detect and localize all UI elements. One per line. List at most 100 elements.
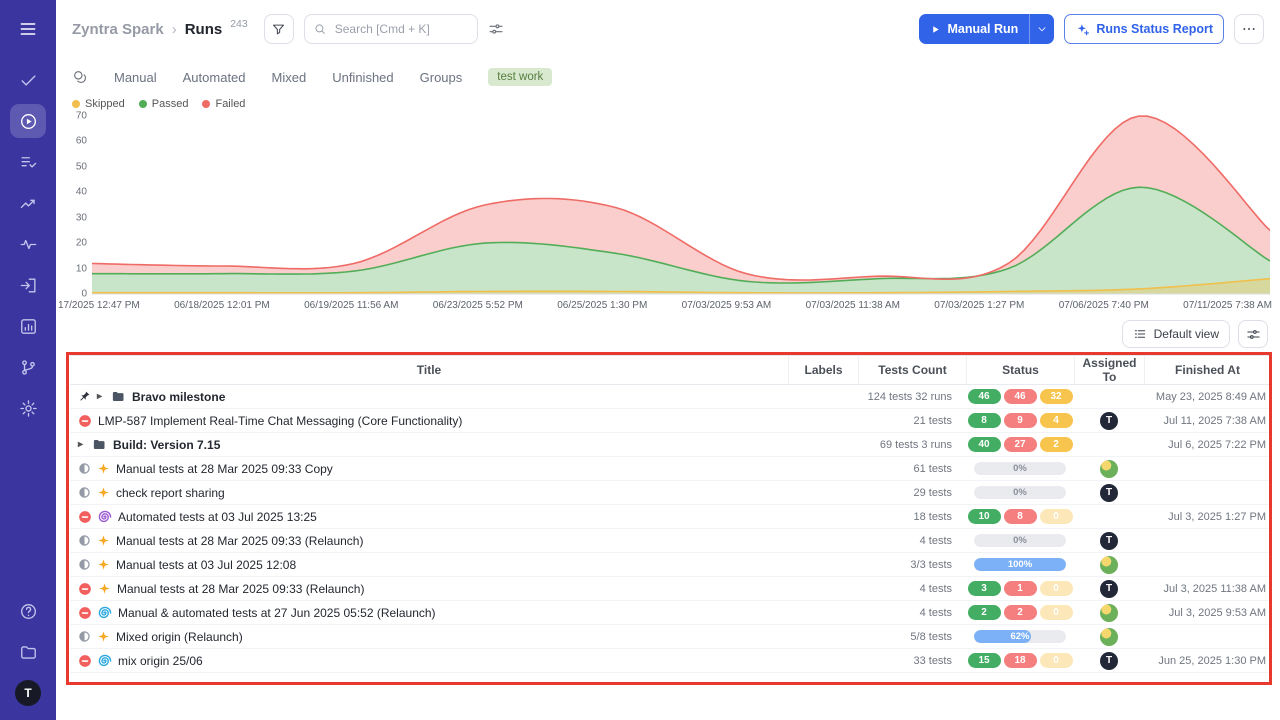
- run-title[interactable]: Manual tests at 28 Mar 2025 09:33 Copy: [116, 462, 333, 476]
- sidebar-item-pulse[interactable]: [10, 227, 46, 261]
- expand-arrow-icon[interactable]: ▸: [97, 391, 105, 402]
- chart-plot[interactable]: [92, 114, 1270, 296]
- search-field[interactable]: [333, 21, 469, 37]
- table-row[interactable]: Manual tests at 03 Jul 2025 12:083/3 tes…: [70, 553, 1270, 577]
- column-header-assigned-to[interactable]: Assigned To: [1074, 356, 1144, 384]
- table-row[interactable]: Automated tests at 03 Jul 2025 13:2518 t…: [70, 505, 1270, 529]
- table-row[interactable]: Manual tests at 28 Mar 2025 09:33 (Relau…: [70, 577, 1270, 601]
- sidebar-item-report[interactable]: [10, 309, 46, 343]
- progress-bar: 0%: [974, 486, 1066, 499]
- help-icon: [19, 602, 38, 621]
- runs-status-report-button[interactable]: Runs Status Report: [1064, 14, 1224, 44]
- legend-dot: [202, 100, 210, 108]
- table-row[interactable]: Manual & automated tests at 27 Jun 2025 …: [70, 601, 1270, 625]
- manual-run-type-icon: [98, 582, 111, 595]
- run-title-cell: Automated tests at 03 Jul 2025 13:25: [70, 510, 788, 524]
- assignee-avatar[interactable]: [1100, 604, 1118, 622]
- filter-tag-test-work[interactable]: test work: [488, 68, 552, 86]
- stopped-status-icon: [78, 606, 92, 620]
- app-root: T Zyntra Spark › Runs 243 Manual Run: [0, 0, 1280, 720]
- sidebar-item-check[interactable]: [10, 63, 46, 97]
- table-row[interactable]: mix origin 25/0633 tests15180TJun 25, 20…: [70, 649, 1270, 673]
- sidebar-item-play[interactable]: [10, 104, 46, 138]
- sidebar-top-group: [10, 12, 46, 425]
- more-button[interactable]: [1234, 14, 1264, 44]
- filter-settings-button[interactable]: [488, 21, 504, 37]
- sidebar-item-docs[interactable]: [10, 635, 46, 669]
- assignee-avatar[interactable]: T: [1100, 532, 1118, 550]
- table-row[interactable]: ▸Build: Version 7.1569 tests 3 runs40272…: [70, 433, 1270, 457]
- y-tick-label: 10: [76, 263, 87, 274]
- run-title[interactable]: Manual & automated tests at 27 Jun 2025 …: [118, 606, 436, 620]
- run-title[interactable]: Manual tests at 03 Jul 2025 12:08: [116, 558, 296, 572]
- column-header-labels[interactable]: Labels: [788, 356, 858, 384]
- sliders-icon: [1246, 327, 1261, 342]
- run-title[interactable]: Bravo milestone: [132, 390, 225, 404]
- assignee-avatar[interactable]: T: [1100, 484, 1118, 502]
- chevron-down-icon: [1036, 23, 1048, 35]
- manual-run-button[interactable]: Manual Run: [919, 14, 1054, 44]
- column-header-status[interactable]: Status: [966, 356, 1074, 384]
- run-title[interactable]: Manual tests at 28 Mar 2025 09:33 (Relau…: [117, 582, 364, 596]
- tab-groups[interactable]: Groups: [420, 70, 463, 85]
- runs-count-badge: 243: [230, 18, 248, 30]
- expand-arrow-icon[interactable]: ▸: [78, 439, 86, 450]
- run-title[interactable]: Mixed origin (Relaunch): [116, 630, 243, 644]
- run-title[interactable]: Build: Version 7.15: [113, 438, 220, 452]
- pin-icon: [78, 390, 91, 403]
- sidebar-item-signin[interactable]: [10, 268, 46, 302]
- manual-run-label: Manual Run: [947, 22, 1018, 36]
- sidebar-item-branch[interactable]: [10, 350, 46, 384]
- sidebar-item-help[interactable]: [10, 594, 46, 628]
- assignee-avatar[interactable]: [1100, 628, 1118, 646]
- assignee-avatar[interactable]: T: [1100, 580, 1118, 598]
- column-header-title[interactable]: Title: [70, 356, 788, 384]
- run-title[interactable]: mix origin 25/06: [118, 654, 203, 668]
- run-title[interactable]: Manual tests at 28 Mar 2025 09:33 (Relau…: [116, 534, 363, 548]
- search-icon: [313, 22, 327, 36]
- tab-unfinished[interactable]: Unfinished: [332, 70, 393, 85]
- status-cell: 894: [966, 413, 1074, 428]
- column-header-tests-count[interactable]: Tests Count: [858, 356, 966, 384]
- table-row[interactable]: Mixed origin (Relaunch)5/8 tests62%: [70, 625, 1270, 649]
- table-settings-button[interactable]: [1238, 320, 1268, 348]
- run-filter-icon-button[interactable]: [72, 69, 88, 85]
- assigned-to-cell: [1074, 628, 1144, 646]
- sidebar-item-list-check[interactable]: [10, 145, 46, 179]
- run-title[interactable]: Automated tests at 03 Jul 2025 13:25: [118, 510, 317, 524]
- tab-automated[interactable]: Automated: [183, 70, 246, 85]
- sidebar-item-gear[interactable]: [10, 391, 46, 425]
- tab-mixed[interactable]: Mixed: [272, 70, 307, 85]
- legend-item-failed[interactable]: Failed: [202, 98, 245, 110]
- table-row[interactable]: ▸Bravo milestone124 tests 32 runs464632M…: [70, 385, 1270, 409]
- table-row[interactable]: Manual tests at 28 Mar 2025 09:33 (Relau…: [70, 529, 1270, 553]
- column-header-finished-at[interactable]: Finished At: [1144, 356, 1270, 384]
- legend-item-skipped[interactable]: Skipped: [72, 98, 125, 110]
- legend-item-passed[interactable]: Passed: [139, 98, 189, 110]
- run-title[interactable]: LMP-587 Implement Real-Time Chat Messagi…: [98, 414, 462, 428]
- table-row[interactable]: Manual tests at 28 Mar 2025 09:33 Copy61…: [70, 457, 1270, 481]
- sidebar-item-trend[interactable]: [10, 186, 46, 220]
- assigned-to-cell: [1074, 604, 1144, 622]
- table-body: ▸Bravo milestone124 tests 32 runs464632M…: [70, 385, 1270, 673]
- in-progress-status-icon: [78, 534, 91, 547]
- filter-button[interactable]: [264, 14, 294, 44]
- sidebar-item-menu[interactable]: [10, 12, 46, 46]
- user-avatar[interactable]: T: [15, 680, 41, 706]
- assignee-avatar[interactable]: [1100, 556, 1118, 574]
- table-row[interactable]: check report sharing29 tests0%T: [70, 481, 1270, 505]
- run-title[interactable]: check report sharing: [116, 486, 225, 500]
- x-tick-label: 06/25/2025 1:30 PM: [557, 300, 647, 311]
- breadcrumb-project[interactable]: Zyntra Spark: [72, 21, 164, 38]
- sparkle-plus-icon: [1075, 22, 1090, 37]
- default-view-button[interactable]: Default view: [1122, 320, 1230, 348]
- table-row[interactable]: LMP-587 Implement Real-Time Chat Messagi…: [70, 409, 1270, 433]
- progress-label: 0%: [974, 462, 1066, 475]
- tab-manual[interactable]: Manual: [114, 70, 157, 85]
- manual-run-dropdown[interactable]: [1029, 14, 1054, 44]
- search-input[interactable]: [304, 14, 478, 44]
- assignee-avatar[interactable]: T: [1100, 412, 1118, 430]
- assignee-avatar[interactable]: [1100, 460, 1118, 478]
- assignee-avatar[interactable]: T: [1100, 652, 1118, 670]
- finished-at-cell: Jun 25, 2025 1:30 PM: [1144, 655, 1270, 667]
